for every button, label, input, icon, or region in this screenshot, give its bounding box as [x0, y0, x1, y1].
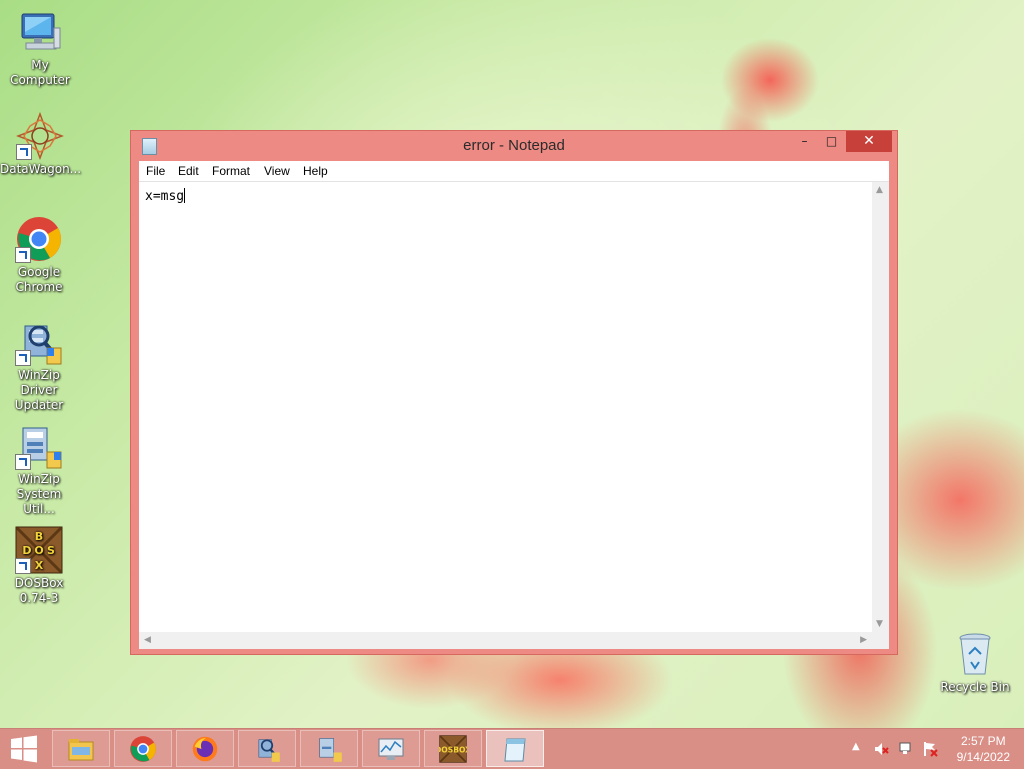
svg-text:B: B	[35, 530, 43, 543]
taskbar-winzip-system-utilities[interactable]	[300, 730, 358, 767]
dosbox-logo-text: DOSBOX	[439, 746, 467, 755]
chrome-icon	[15, 215, 63, 263]
taskbar-dosbox[interactable]: DOSBOX	[424, 730, 482, 767]
resize-grip-icon[interactable]	[872, 632, 889, 649]
menu-help[interactable]: Help	[303, 164, 328, 178]
shortcut-arrow-icon	[15, 558, 31, 574]
desktop-icon-datawagon[interactable]: DataWagon...	[0, 111, 82, 177]
notepad-icon	[504, 738, 526, 762]
taskbar-notepad[interactable]	[486, 730, 544, 767]
desktop-icon-winzip-driver-updater[interactable]: WinZip Driver Updater	[0, 318, 79, 413]
shortcut-arrow-icon	[15, 350, 31, 366]
desktop-icon-label: Google Chrome	[15, 265, 63, 294]
svg-text:D: D	[22, 544, 31, 557]
clock-time: 2:57 PM	[960, 734, 1006, 748]
desktop-icon-label: WinZip System Util...	[16, 472, 62, 516]
desktop-icon-label: DataWagon...	[0, 162, 82, 176]
menu-format[interactable]: Format	[212, 164, 250, 178]
file-explorer-icon	[68, 739, 94, 761]
scroll-down-icon[interactable]: ▼	[876, 619, 883, 629]
horizontal-scrollbar[interactable]: ◀ ▶	[139, 632, 872, 649]
menu-edit[interactable]: Edit	[178, 164, 199, 178]
system-clock[interactable]: 2:57 PM 9/14/2022	[957, 733, 1010, 765]
menu-view[interactable]: View	[264, 164, 290, 178]
dosbox-icon: B D O S X	[15, 526, 63, 574]
text-caret	[184, 188, 186, 203]
shortcut-arrow-icon	[15, 247, 31, 263]
menu-file[interactable]: File	[146, 164, 165, 178]
volume-muted-icon[interactable]	[873, 741, 889, 757]
minimize-button[interactable]: –	[791, 131, 818, 152]
desktop-icon-my-computer[interactable]: My Computer	[0, 8, 80, 88]
winzip-driver-updater-icon	[15, 318, 63, 366]
action-center-flag-icon[interactable]	[922, 741, 938, 757]
desktop-icon-label: My Computer	[10, 58, 70, 87]
network-icon[interactable]	[898, 741, 914, 757]
text-editor-area[interactable]: x=msg ▲ ▼ ◀ ▶	[139, 182, 889, 649]
dosbox-icon: DOSBOX	[439, 735, 467, 763]
vertical-scrollbar[interactable]: ▲ ▼	[872, 182, 889, 632]
notepad-window[interactable]: error - Notepad – □ ✕ File Edit Format V…	[130, 130, 898, 655]
scroll-left-icon[interactable]: ◀	[144, 635, 151, 645]
taskbar: DOSBOX ▲ 2:57 PM 9/14/2022	[0, 728, 1024, 769]
show-hidden-icons-chevron-icon[interactable]: ▲	[852, 741, 868, 757]
clock-date: 9/14/2022	[956, 750, 1010, 764]
taskbar-performance-monitor[interactable]	[362, 730, 420, 767]
svg-text:S: S	[47, 544, 55, 557]
firefox-icon	[192, 736, 218, 762]
shortcut-arrow-icon	[15, 454, 31, 470]
taskbar-winzip-driver-updater[interactable]	[238, 730, 296, 767]
performance-monitor-icon	[378, 738, 404, 760]
svg-text:O: O	[34, 544, 43, 557]
notepad-titlebar[interactable]: error - Notepad – □ ✕	[131, 131, 897, 161]
desktop-icon-google-chrome[interactable]: Google Chrome	[0, 215, 79, 295]
window-title: error - Notepad	[463, 137, 565, 154]
svg-text:X: X	[35, 559, 44, 572]
chrome-icon	[130, 736, 156, 762]
desktop-icon-recycle-bin[interactable]: Recycle Bin	[935, 630, 1015, 695]
desktop-icon-dosbox[interactable]: B D O S X DOSBox 0.74-3	[0, 526, 79, 606]
desktop-background: My Computer DataWagon... Google Chrome W…	[0, 0, 1024, 728]
shortcut-arrow-icon	[16, 144, 32, 160]
taskbar-file-explorer[interactable]	[52, 730, 110, 767]
close-button[interactable]: ✕	[846, 131, 892, 152]
editor-text: x=msg	[145, 189, 185, 204]
start-button[interactable]	[0, 729, 48, 768]
winzip-system-utilities-icon	[15, 422, 63, 470]
scroll-right-icon[interactable]: ▶	[860, 635, 867, 645]
menu-bar: File Edit Format View Help	[139, 161, 889, 182]
recycle-bin-icon	[951, 630, 999, 678]
desktop-icon-label: DOSBox 0.74-3	[14, 576, 64, 605]
desktop-icon-label: Recycle Bin	[940, 680, 1010, 694]
windows-logo-icon	[11, 735, 37, 763]
maximize-button[interactable]: □	[818, 131, 845, 152]
computer-icon	[16, 8, 64, 56]
datawagon-icon	[15, 111, 65, 161]
winzip-driver-updater-icon	[258, 739, 280, 762]
taskbar-chrome[interactable]	[114, 730, 172, 767]
taskbar-firefox[interactable]	[176, 730, 234, 767]
winzip-system-utilities-icon	[319, 738, 342, 762]
scroll-up-icon[interactable]: ▲	[876, 185, 883, 195]
editor-text-line: x=msg	[145, 188, 186, 204]
desktop-icon-winzip-system-utilities[interactable]: WinZip System Util...	[0, 422, 79, 517]
desktop-icon-label: WinZip Driver Updater	[14, 368, 64, 412]
